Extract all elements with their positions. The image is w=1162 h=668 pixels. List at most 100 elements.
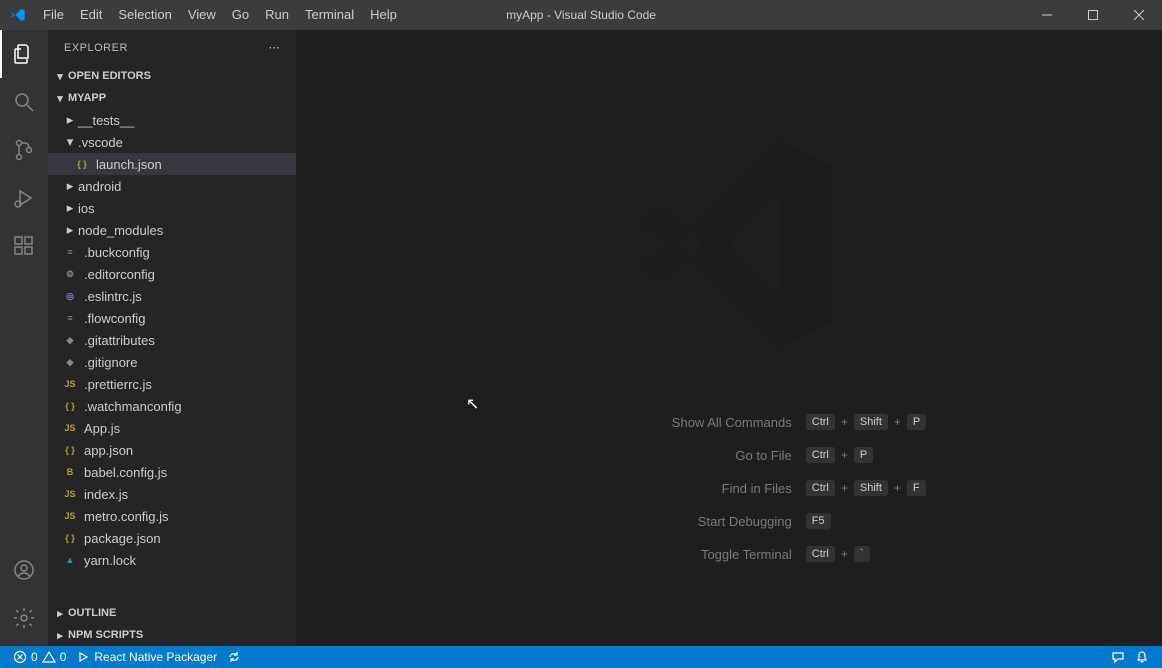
activity-extensions[interactable] [0, 222, 48, 270]
tree-file[interactable]: { } app.json [48, 439, 296, 461]
tree-file[interactable]: JSApp.js [48, 417, 296, 439]
tree-item-label: index.js [84, 487, 128, 502]
shortcut-label: Find in Files [532, 481, 792, 496]
key-ctrl: Ctrl [806, 447, 835, 464]
chevron-right-icon: ▸ [62, 222, 78, 238]
tree-item-label: .editorconfig [84, 267, 155, 282]
tree-item-label: android [78, 179, 121, 194]
menu-selection[interactable]: Selection [110, 0, 179, 30]
tree-item-label: .gitignore [84, 355, 137, 370]
activity-search[interactable] [0, 78, 48, 126]
text-icon: ≡ [62, 244, 78, 260]
status-warnings-count: 0 [60, 650, 67, 664]
explorer-more-icon[interactable]: ⋯ [269, 41, 281, 54]
tree-file[interactable]: ⚙.editorconfig [48, 263, 296, 285]
tree-file[interactable]: JSmetro.config.js [48, 505, 296, 527]
open-editors-section[interactable]: ▾ OPEN EDITORS [48, 65, 296, 87]
menu-terminal[interactable]: Terminal [297, 0, 362, 30]
activity-settings[interactable] [0, 594, 48, 642]
project-section[interactable]: ▾ MYAPP [48, 87, 296, 109]
explorer-title: EXPLORER [64, 42, 128, 54]
cursor-pointer: ↖ [466, 394, 479, 414]
eslint-icon: ◎ [62, 288, 78, 304]
status-bar: 0 0 React Native Packager [0, 646, 1162, 668]
tree-file[interactable]: ◆.gitattributes [48, 329, 296, 351]
maximize-button[interactable] [1070, 0, 1116, 30]
key-ctrl: Ctrl [806, 546, 835, 563]
tree-folder[interactable]: ▸ios [48, 197, 296, 219]
tree-folder[interactable]: ▾.vscode [48, 131, 296, 153]
status-sync[interactable] [222, 650, 246, 664]
chevron-right-icon: ▸ [62, 112, 78, 128]
js-icon: JS [62, 376, 78, 392]
tree-file[interactable]: ◎.eslintrc.js [48, 285, 296, 307]
tree-file[interactable]: { }.watchmanconfig [48, 395, 296, 417]
tree-item-label: .prettierrc.js [84, 377, 152, 392]
json-icon: { } [62, 530, 78, 546]
shortcut-row: Show All CommandsCtrl+Shift+P [532, 414, 927, 431]
json-icon: { } [62, 442, 78, 458]
menu-help[interactable]: Help [362, 0, 405, 30]
status-packager-label: React Native Packager [94, 650, 217, 664]
tree-file[interactable]: JS .prettierrc.js [48, 373, 296, 395]
key-ctrl: Ctrl [806, 480, 835, 497]
tree-folder[interactable]: ▸__tests__ [48, 109, 296, 131]
activity-source-control[interactable] [0, 126, 48, 174]
activity-explorer[interactable] [0, 30, 48, 78]
minimize-button[interactable] [1024, 0, 1070, 30]
tree-file[interactable]: ◆ .gitignore [48, 351, 296, 373]
file-tree: ▸__tests__▾.vscode{ }launch.json▸android… [48, 109, 296, 602]
welcome-shortcuts: Show All CommandsCtrl+Shift+P Go to FileC… [532, 414, 927, 563]
tree-item-label: yarn.lock [84, 553, 136, 568]
feedback-icon [1111, 650, 1125, 664]
tree-file[interactable]: Bbabel.config.js [48, 461, 296, 483]
tree-file[interactable]: ≡.flowconfig [48, 307, 296, 329]
shortcut-row: Go to FileCtrl+P [532, 447, 927, 464]
status-problems[interactable]: 0 0 [8, 650, 71, 664]
tree-item-label: .vscode [78, 135, 123, 150]
tree-folder[interactable]: ▸android [48, 175, 296, 197]
bell-icon [1135, 650, 1149, 664]
menu-run[interactable]: Run [257, 0, 297, 30]
key-p: P [854, 447, 873, 464]
tree-file[interactable]: ≡ .buckconfig [48, 241, 296, 263]
chevron-right-icon: ▸ [62, 200, 78, 216]
menu-go[interactable]: Go [224, 0, 257, 30]
chevron-down-icon: ▾ [52, 92, 68, 105]
tree-item-label: App.js [84, 421, 120, 436]
tree-item-label: .buckconfig [84, 245, 150, 260]
tree-item-label: launch.json [96, 157, 162, 172]
outline-section[interactable]: ▸ OUTLINE [48, 602, 296, 624]
project-label: MYAPP [68, 92, 106, 104]
tree-file[interactable]: ▲yarn.lock [48, 549, 296, 571]
title-bar: FileEditSelectionViewGoRunTerminalHelp m… [0, 0, 1162, 30]
shortcut-row: Toggle TerminalCtrl+` [532, 546, 927, 563]
status-bell[interactable] [1130, 650, 1154, 664]
key-f: F [907, 480, 926, 497]
activity-accounts[interactable] [0, 546, 48, 594]
shortcut-label: Toggle Terminal [532, 547, 792, 562]
play-icon [76, 650, 90, 664]
explorer-sidebar: EXPLORER ⋯ ▾ OPEN EDITORS ▾ MYAPP ▸__tes… [48, 30, 296, 646]
activity-run-debug[interactable] [0, 174, 48, 222]
tree-item-label: .watchmanconfig [84, 399, 182, 414]
menu-file[interactable]: File [35, 0, 72, 30]
status-feedback[interactable] [1106, 650, 1130, 664]
tree-folder[interactable]: ▸node_modules [48, 219, 296, 241]
tree-file[interactable]: { }package.json [48, 527, 296, 549]
npm-scripts-section[interactable]: ▸ NPM SCRIPTS [48, 624, 296, 646]
tree-item-label: app.json [84, 443, 133, 458]
window-title: myApp - Visual Studio Code [506, 8, 656, 22]
shortcut-keys: Ctrl+Shift+P [806, 414, 927, 431]
close-button[interactable] [1116, 0, 1162, 30]
tree-item-label: metro.config.js [84, 509, 169, 524]
status-packager[interactable]: React Native Packager [71, 650, 222, 664]
key-p: P [907, 414, 926, 431]
tree-file[interactable]: JSindex.js [48, 483, 296, 505]
git-icon: ◆ [62, 354, 78, 370]
menu-edit[interactable]: Edit [72, 0, 110, 30]
shortcut-keys: F5 [806, 513, 831, 530]
window-controls [1024, 0, 1162, 30]
tree-file[interactable]: { }launch.json [48, 153, 296, 175]
menu-view[interactable]: View [180, 0, 224, 30]
